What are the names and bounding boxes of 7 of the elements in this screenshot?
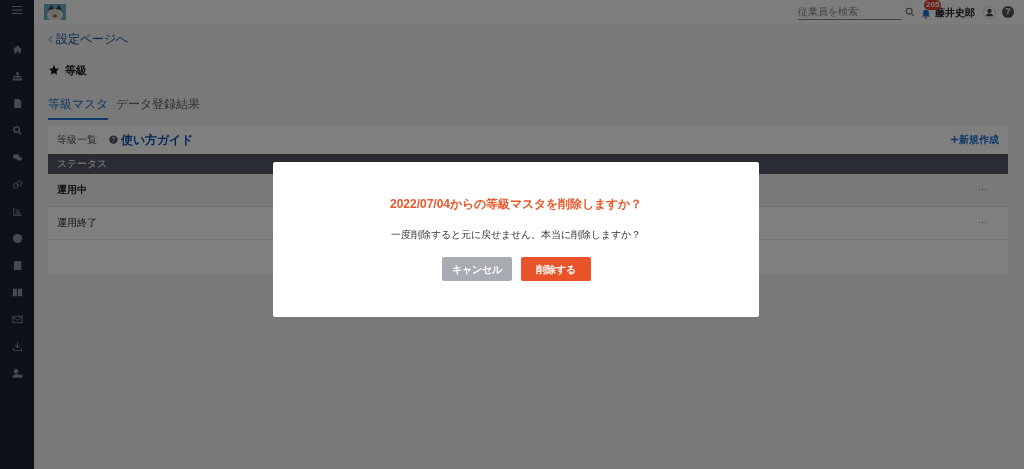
new-button-label: 新規作成 (959, 133, 999, 147)
dialog-message: 一度削除すると元に戻せません。本当に削除しますか？ (391, 228, 641, 242)
table-cell-text: 運用中 (57, 183, 87, 197)
page-title: 等級 (65, 63, 87, 78)
dialog-title: 2022/07/04からの等級マスタを削除しますか？ (389, 196, 643, 213)
table-cell-text: 運用終了 (57, 216, 97, 230)
column-header: ステータス (56, 158, 108, 169)
